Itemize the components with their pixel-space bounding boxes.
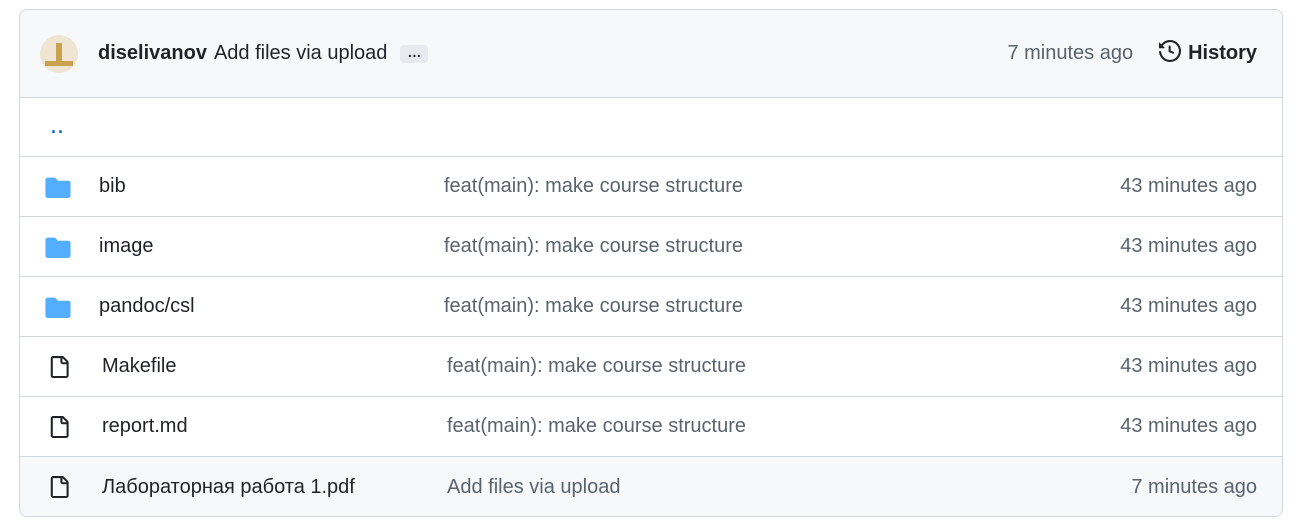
file-name-link[interactable]: pandoc/csl <box>99 295 444 318</box>
file-name-link[interactable]: report.md <box>102 415 447 438</box>
file-icon <box>45 475 78 499</box>
commit-time: 7 minutes ago <box>1131 475 1257 498</box>
file-name-link[interactable]: Лабораторная работа 1.pdf <box>102 476 447 499</box>
author-avatar[interactable] <box>40 34 78 73</box>
file-name-link[interactable]: bib <box>99 175 444 198</box>
expand-commit-button[interactable]: … <box>400 44 429 63</box>
commit-message-link[interactable]: feat(main): make course structure <box>444 235 1120 258</box>
folder-icon <box>45 236 75 258</box>
commit-message-link[interactable]: Add files via upload <box>214 42 387 65</box>
commit-message-link[interactable]: feat(main): make course structure <box>447 355 1120 378</box>
latest-commit-header: diselivanov Add files via upload … 7 min… <box>20 10 1282 98</box>
commit-author-link[interactable]: diselivanov <box>98 42 207 65</box>
file-icon <box>45 355 78 379</box>
history-icon <box>1159 39 1182 67</box>
commit-message-link[interactable]: Add files via upload <box>447 476 1131 499</box>
file-row[interactable]: Makefile feat(main): make course structur… <box>20 337 1282 397</box>
history-label: History <box>1188 42 1257 64</box>
commit-message-link[interactable]: feat(main): make course structure <box>444 295 1120 318</box>
commit-time: 43 minutes ago <box>1120 235 1257 257</box>
file-icon <box>45 415 78 439</box>
file-row[interactable]: bib feat(main): make course structure 43 m… <box>20 157 1282 217</box>
file-name-link[interactable]: Makefile <box>102 355 447 378</box>
file-browser: diselivanov Add files via upload … 7 min… <box>19 9 1283 517</box>
commit-message-link[interactable]: feat(main): make course structure <box>447 415 1120 438</box>
file-name-link[interactable]: image <box>99 235 444 258</box>
parent-directory-row[interactable]: .. <box>20 98 1282 157</box>
file-row[interactable]: image feat(main): make course structure 43… <box>20 217 1282 277</box>
folder-icon <box>45 176 75 198</box>
file-row[interactable]: report.md feat(main): make course structu… <box>20 397 1282 457</box>
commit-time: 43 minutes ago <box>1120 355 1257 377</box>
commit-message-link[interactable]: feat(main): make course structure <box>444 175 1120 198</box>
commit-time: 43 minutes ago <box>1120 415 1257 437</box>
folder-icon <box>45 296 75 318</box>
parent-directory-link[interactable]: .. <box>51 117 65 138</box>
commit-time: 7 minutes ago <box>1007 42 1134 64</box>
file-row[interactable]: Лабораторная работа 1.pdf Add files via u… <box>20 457 1282 516</box>
history-button[interactable]: History <box>1159 39 1257 67</box>
commit-time: 43 minutes ago <box>1120 175 1257 197</box>
commit-time: 43 minutes ago <box>1120 295 1257 317</box>
file-row[interactable]: pandoc/csl feat(main): make course struct… <box>20 277 1282 337</box>
